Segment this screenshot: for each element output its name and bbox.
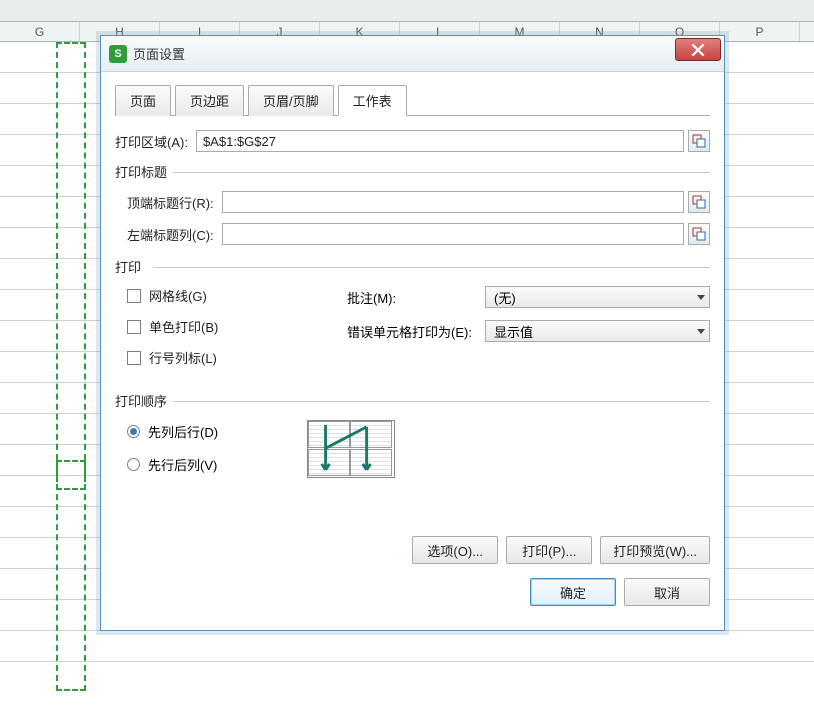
left-cols-input[interactable] (222, 223, 684, 245)
checkbox-mono-label: 单色打印(B) (149, 317, 218, 336)
group-print-order-label: 打印顺序 (115, 391, 710, 410)
radio-over-then-down[interactable]: 先行后列(V) (127, 455, 307, 474)
print-area-label: 打印区域(A): (115, 132, 188, 151)
group-print: 打印 网格线(G) 单色打印(B) 行号列标(L) (115, 257, 710, 379)
radio-down-then-over-label: 先列后行(D) (148, 422, 218, 441)
col-G[interactable]: G (0, 22, 80, 41)
errors-value: 显示值 (494, 322, 533, 341)
options-button[interactable]: 选项(O)... (412, 536, 498, 564)
checkbox-mono[interactable]: 单色打印(B) (127, 317, 347, 336)
tab-sheet[interactable]: 工作表 (338, 85, 407, 116)
errors-select[interactable]: 显示值 (485, 320, 710, 342)
top-rows-input[interactable] (222, 191, 684, 213)
errors-row: 错误单元格打印为(E): 显示值 (347, 320, 710, 342)
group-print-order: 打印顺序 先列后行(D) 先行后列(V) (115, 391, 710, 488)
print-area-range-selector[interactable] (688, 130, 710, 152)
radio-icon (127, 458, 140, 471)
close-icon (691, 43, 705, 57)
radio-icon (127, 425, 140, 438)
toolbar-strip (0, 0, 814, 22)
group-print-label: 打印 (115, 257, 710, 276)
dialog-buttons-row: 确定 取消 (115, 578, 710, 606)
checkbox-gridlines-label: 网格线(G) (149, 286, 207, 305)
left-cols-range-selector[interactable] (688, 223, 710, 245)
action-buttons-row: 选项(O)... 打印(P)... 打印预览(W)... (115, 536, 710, 564)
top-rows-row: 顶端标题行(R): (127, 191, 710, 213)
checkbox-rowcol[interactable]: 行号列标(L) (127, 348, 347, 367)
app-icon: S (109, 45, 127, 63)
radio-down-then-over[interactable]: 先列后行(D) (127, 422, 307, 441)
range-selector-icon (692, 195, 706, 209)
tab-bar: 页面 页边距 页眉/页脚 工作表 (115, 84, 710, 116)
chevron-down-icon (697, 329, 705, 334)
range-selector-icon (692, 134, 706, 148)
print-preview-button[interactable]: 打印预览(W)... (600, 536, 710, 564)
page-order-preview (307, 420, 395, 478)
print-area-input[interactable] (196, 130, 684, 152)
group-print-titles: 打印标题 顶端标题行(R): 左端标题列(C): (115, 162, 710, 245)
comments-label: 批注(M): (347, 288, 477, 307)
group-print-titles-label: 打印标题 (115, 162, 710, 181)
left-cols-row: 左端标题列(C): (127, 223, 710, 245)
comments-value: (无) (494, 288, 516, 307)
checkbox-icon (127, 351, 141, 365)
range-selector-icon (692, 227, 706, 241)
comments-select[interactable]: (无) (485, 286, 710, 308)
titlebar[interactable]: S 页面设置 (101, 36, 724, 72)
cancel-button[interactable]: 取消 (624, 578, 710, 606)
page-setup-dialog: S 页面设置 页面 页边距 页眉/页脚 工作表 打印区域(A): 打印标题 顶端… (100, 35, 725, 631)
checkbox-icon (127, 320, 141, 334)
errors-label: 错误单元格打印为(E): (347, 322, 477, 341)
tab-margin[interactable]: 页边距 (175, 85, 244, 116)
checkbox-icon (127, 289, 141, 303)
comments-row: 批注(M): (无) (347, 286, 710, 308)
top-rows-range-selector[interactable] (688, 191, 710, 213)
checkbox-gridlines[interactable]: 网格线(G) (127, 286, 347, 305)
checkbox-rowcol-label: 行号列标(L) (149, 348, 217, 367)
tab-page[interactable]: 页面 (115, 85, 171, 116)
top-rows-label: 顶端标题行(R): (127, 193, 214, 212)
close-button[interactable] (675, 38, 721, 61)
left-cols-label: 左端标题列(C): (127, 225, 214, 244)
dialog-title: 页面设置 (133, 44, 675, 63)
print-button[interactable]: 打印(P)... (506, 536, 592, 564)
ok-button[interactable]: 确定 (530, 578, 616, 606)
radio-over-then-down-label: 先行后列(V) (148, 455, 217, 474)
chevron-down-icon (697, 295, 705, 300)
tab-header-footer[interactable]: 页眉/页脚 (248, 85, 334, 116)
col-P[interactable]: P (720, 22, 800, 41)
print-area-row: 打印区域(A): (115, 130, 710, 152)
